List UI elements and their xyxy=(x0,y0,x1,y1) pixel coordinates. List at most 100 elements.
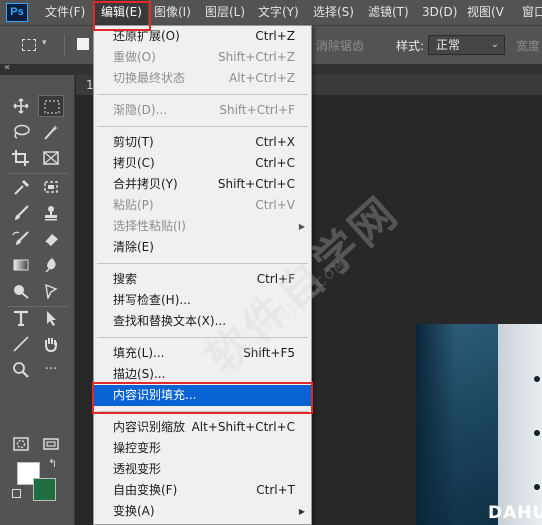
menu-file[interactable]: 文件(F) xyxy=(45,0,85,25)
style-select[interactable]: 正常 ⌄ xyxy=(428,35,505,55)
menu-item-puppet-warp[interactable]: 操控变形 xyxy=(94,438,311,459)
new-selection-icon[interactable] xyxy=(77,38,89,50)
menu-item-perspective-warp[interactable]: 透视变形 xyxy=(94,459,311,480)
zoom-tool-icon[interactable] xyxy=(8,359,34,381)
photo-button xyxy=(534,430,540,436)
menu-item-label: 拼写检查(H)... xyxy=(113,293,191,307)
dodge-tool-icon[interactable] xyxy=(8,280,34,302)
line-tool-icon[interactable] xyxy=(8,333,34,355)
menu-item-label: 自由变换(F) xyxy=(113,483,178,497)
chevron-down-icon[interactable]: ▾ xyxy=(42,38,47,48)
screen-mode-icon[interactable] xyxy=(38,433,64,455)
menu-type[interactable]: 文字(Y) xyxy=(258,0,299,25)
hand-tool-icon[interactable] xyxy=(38,333,64,355)
menu-item-copy-merged[interactable]: 合并拷贝(Y) Shift+Ctrl+C xyxy=(94,174,311,195)
menu-item-label: 渐隐(D)... xyxy=(113,103,168,117)
menu-item-label: 透视变形 xyxy=(113,462,162,476)
options-divider xyxy=(64,34,65,56)
menu-image[interactable]: 图像(I) xyxy=(154,0,191,25)
menu-item-content-aware-scale[interactable]: 内容识别缩放 Alt+Shift+Ctrl+C xyxy=(94,417,311,438)
stamp-tool-icon[interactable] xyxy=(38,202,64,224)
chevron-down-icon: ⌄ xyxy=(490,39,499,50)
submenu-arrow-icon: ▶ xyxy=(298,507,305,516)
menu-item-label: 切换最终状态 xyxy=(113,71,186,85)
menu-item-shortcut: Ctrl+V xyxy=(255,198,295,212)
lasso-tool-icon[interactable] xyxy=(8,121,34,143)
swap-colors-icon[interactable]: ↰ xyxy=(48,457,57,470)
tool-divider xyxy=(8,173,68,174)
menu-window[interactable]: 窗口 xyxy=(522,0,542,25)
menu-item-shortcut: Shift+Ctrl+F xyxy=(219,103,295,117)
anti-alias-checkbox-label[interactable]: 消除锯齿 xyxy=(316,37,364,54)
menu-item-label: 选择性粘贴(I) xyxy=(113,219,186,233)
menu-item-free-transform[interactable]: 自由变换(F) Ctrl+T xyxy=(94,480,311,501)
collapse-panel-icon[interactable]: « xyxy=(4,62,10,73)
eraser-tool-icon[interactable] xyxy=(38,228,64,250)
object-selection-tool-icon[interactable] xyxy=(38,176,64,198)
menu-item-shortcut: Ctrl+Z xyxy=(255,29,295,43)
photo-shirt xyxy=(498,324,542,525)
menu-item-redo[interactable]: 重做(O) Shift+Ctrl+Z xyxy=(94,47,311,68)
menu-filter[interactable]: 滤镜(T) xyxy=(368,0,409,25)
menu-item-label: 搜索 xyxy=(113,272,138,286)
width-label: 宽度 xyxy=(516,39,541,53)
blur-tool-icon[interactable] xyxy=(38,254,64,276)
magic-wand-tool-icon[interactable] xyxy=(38,121,64,143)
default-colors-icon[interactable] xyxy=(12,489,21,498)
menu-item-label: 粘贴(P) xyxy=(113,198,154,212)
path-selection-tool-icon[interactable] xyxy=(38,307,64,329)
menu-select[interactable]: 选择(S) xyxy=(313,0,354,25)
type-tool-icon[interactable] xyxy=(8,307,34,329)
menu-view[interactable]: 视图(V xyxy=(467,0,504,25)
menu-bar: Ps 文件(F) 编辑(E) 图像(I) 图层(L) 文字(Y) 选择(S) 滤… xyxy=(0,0,542,26)
eyedropper-tool-icon[interactable] xyxy=(8,176,34,198)
menu-layer[interactable]: 图层(L) xyxy=(205,0,245,25)
menu-item-shortcut: Ctrl+C xyxy=(255,156,295,170)
menu-item-label: 剪切(T) xyxy=(113,135,154,149)
tools-panel: ··· ↰ xyxy=(0,75,75,525)
annotation-box-edit-menu xyxy=(93,1,151,31)
photoshop-logo-icon: Ps xyxy=(6,3,28,22)
menu-item-label: 重做(O) xyxy=(113,50,156,64)
background-color-swatch[interactable] xyxy=(33,478,56,501)
menu-item-label: 合并拷贝(Y) xyxy=(113,177,178,191)
crop-tool-icon[interactable] xyxy=(8,147,34,169)
photo-caption-text: DAHU xyxy=(488,503,542,523)
rectangular-marquee-tool-icon[interactable] xyxy=(38,95,64,117)
menu-item-paste[interactable]: 粘贴(P) Ctrl+V xyxy=(94,195,311,216)
photo-button xyxy=(534,376,540,382)
menu-item-transform[interactable]: 变换(A) ▶ xyxy=(94,501,311,522)
brush-tool-icon[interactable] xyxy=(8,202,34,224)
menu-item-shortcut: Ctrl+T xyxy=(256,483,295,497)
menu-item-label: 清除(E) xyxy=(113,240,154,254)
quick-mask-icon[interactable] xyxy=(8,433,34,455)
pen-tool-icon[interactable] xyxy=(38,280,64,302)
move-tool-icon[interactable] xyxy=(8,95,34,117)
menu-item-toggle-last-state[interactable]: 切换最终状态 Alt+Ctrl+Z xyxy=(94,68,311,89)
menu-3d[interactable]: 3D(D) xyxy=(422,0,457,25)
menu-item-paste-special[interactable]: 选择性粘贴(I) ▶ xyxy=(94,216,311,237)
menu-item-shortcut: Alt+Ctrl+Z xyxy=(229,71,295,85)
gradient-tool-icon[interactable] xyxy=(8,254,34,276)
document-photo xyxy=(416,324,542,525)
photo-button xyxy=(534,484,540,490)
history-brush-tool-icon[interactable] xyxy=(8,228,34,250)
menu-item-shortcut: Alt+Shift+Ctrl+C xyxy=(191,420,295,434)
photo-shadow xyxy=(416,324,456,525)
menu-item-label: 拷贝(C) xyxy=(113,156,155,170)
menu-item-label: 内容识别缩放 xyxy=(113,420,186,434)
menu-item-shortcut: Shift+Ctrl+Z xyxy=(218,50,295,64)
menu-separator xyxy=(97,94,308,95)
menu-item-fade[interactable]: 渐隐(D)... Shift+Ctrl+F xyxy=(94,100,311,121)
menu-item-cut[interactable]: 剪切(T) Ctrl+X xyxy=(94,132,311,153)
style-select-value: 正常 xyxy=(436,38,461,52)
menu-item-label: 操控变形 xyxy=(113,441,162,455)
menu-item-clear[interactable]: 清除(E) xyxy=(94,237,311,258)
more-tools-icon[interactable]: ··· xyxy=(38,359,64,381)
menu-separator xyxy=(97,126,308,127)
frame-tool-icon[interactable] xyxy=(38,147,64,169)
annotation-box-content-aware-fill xyxy=(92,382,313,414)
menu-item-copy[interactable]: 拷贝(C) Ctrl+C xyxy=(94,153,311,174)
menu-item-label: 变换(A) xyxy=(113,504,155,518)
marquee-preset-icon[interactable] xyxy=(22,39,36,51)
